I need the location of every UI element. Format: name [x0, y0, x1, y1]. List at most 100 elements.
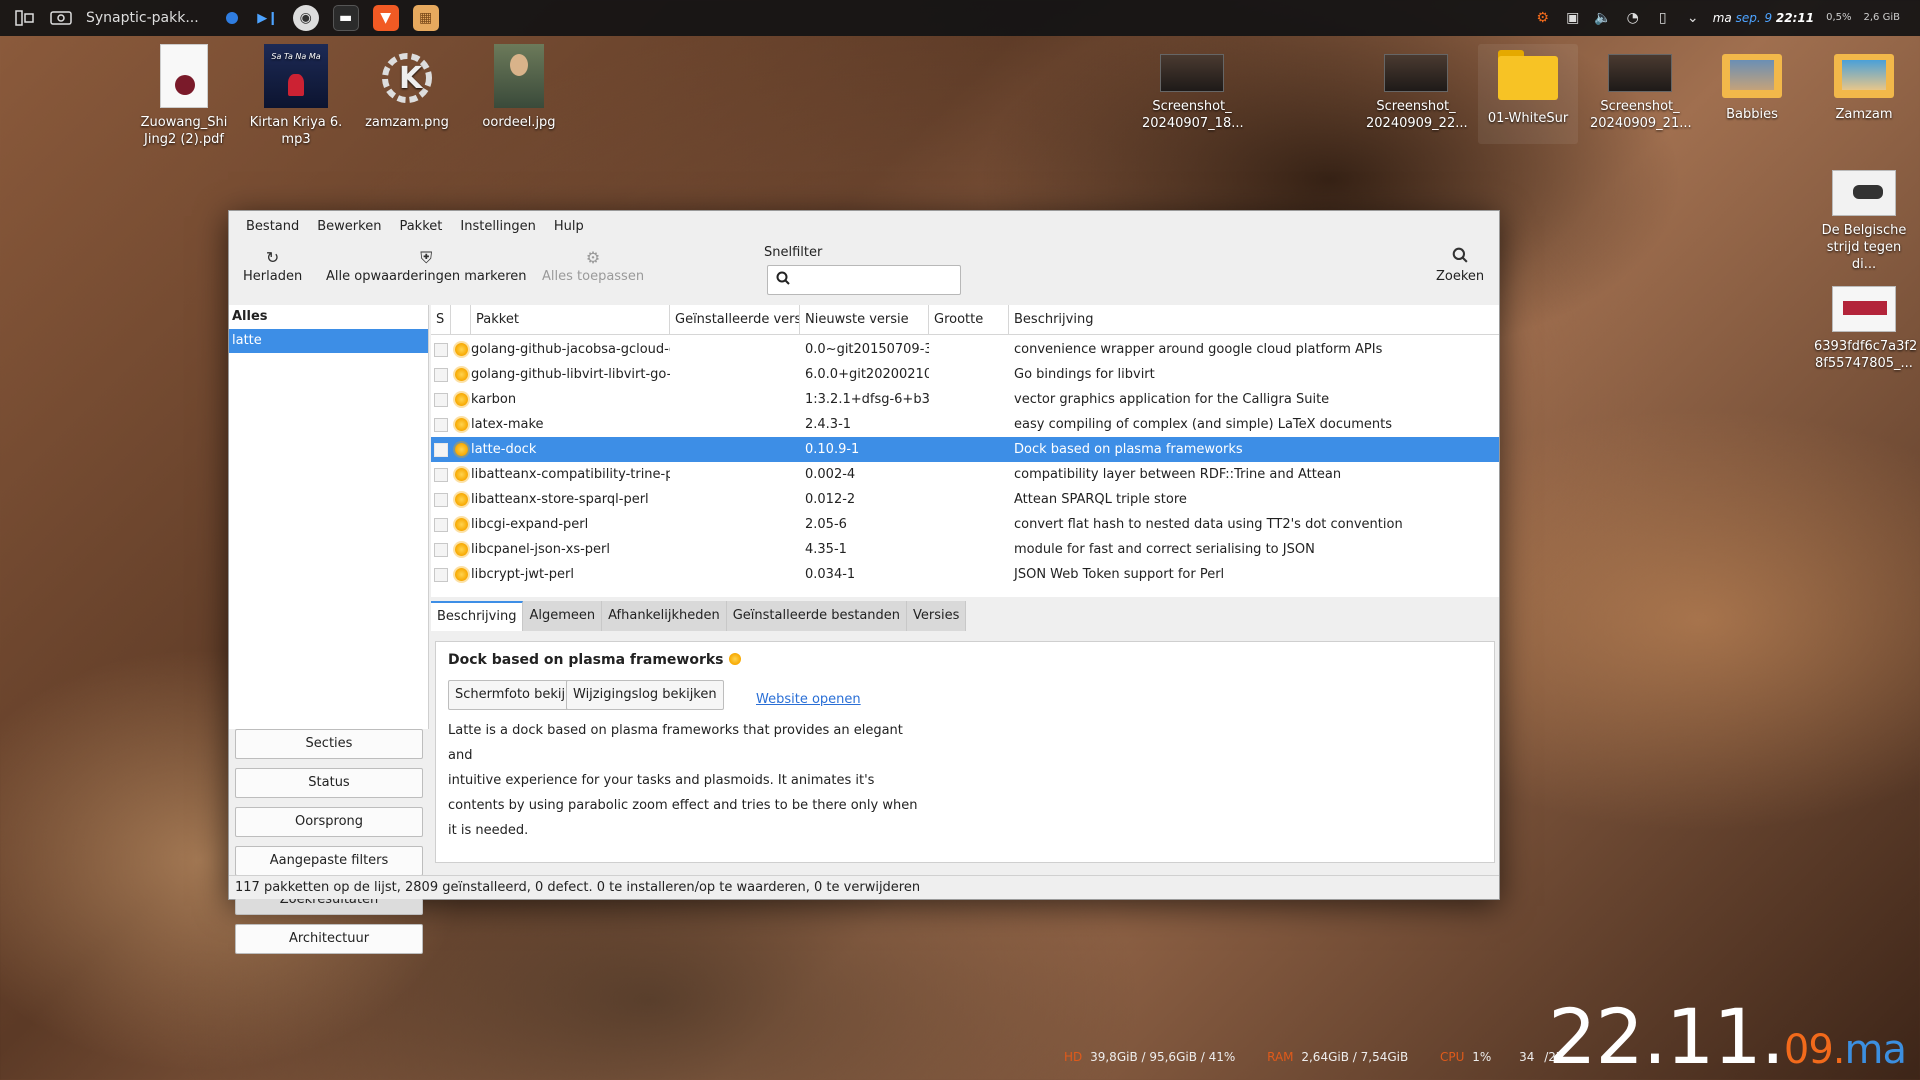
menu-bewerken[interactable]: Bewerken [308, 219, 390, 234]
table-row[interactable]: libatteanx-compatibility-trine-pe 0.002-4… [431, 462, 1499, 487]
screenshot-icon[interactable] [50, 7, 72, 29]
volume-icon[interactable]: 🔈 [1593, 8, 1613, 28]
supported-star-icon [454, 568, 468, 581]
shield-icon: ⛨ [420, 248, 433, 267]
desktop-icon-screenshot-1[interactable]: Screenshot_ 20240907_18... [1142, 54, 1244, 132]
col-package[interactable]: Pakket [471, 305, 670, 335]
desktop-icon-pdf[interactable]: Zuowang_Shi Jing2 (2).pdf [134, 44, 234, 148]
menu-hulp[interactable]: Hulp [545, 219, 593, 234]
origin-button[interactable]: Oorsprong [235, 807, 423, 837]
desktop-icon-folder-zamzam[interactable]: Zamzam [1814, 48, 1914, 123]
desktop-icon-jpg[interactable]: oordeel.jpg [469, 44, 569, 131]
terminal-app-icon[interactable]: ▬ [332, 5, 359, 31]
memory-monitor-mini[interactable]: 2,6 GiB [1864, 12, 1900, 24]
mark-checkbox[interactable] [434, 492, 448, 507]
table-row[interactable]: golang-github-libvirt-libvirt-go-d 6.0.0+… [431, 362, 1499, 387]
desktop-icon-screenshot-2[interactable]: Screenshot_ 20240909_22... [1366, 54, 1468, 132]
table-row[interactable]: golang-github-jacobsa-gcloud-de 0.0~git20… [431, 337, 1499, 362]
pdf-thumb-icon [160, 44, 208, 108]
table-row[interactable]: libcrypt-jwt-perl 0.034-1 JSON Web Token s… [431, 562, 1499, 587]
table-row[interactable]: libcgi-expand-perl 2.05-6 convert flat has… [431, 512, 1499, 537]
custom-filters-button[interactable]: Aangepaste filters [235, 846, 423, 876]
battery-icon[interactable]: ▯ [1653, 8, 1673, 28]
filter-list-item-selected[interactable]: latte [229, 329, 428, 353]
mark-checkbox[interactable] [434, 542, 448, 557]
sections-button[interactable]: Secties [235, 729, 423, 759]
supported-star-icon [454, 368, 468, 381]
menu-bestand[interactable]: Bestand [237, 219, 308, 234]
package-description: JSON Web Token support for Perl [1014, 567, 1225, 582]
filter-list-header[interactable]: Alles [229, 305, 428, 329]
tab-description[interactable]: Beschrijving [431, 601, 524, 631]
desktop-icon-document-2[interactable]: 6393fdf6c7a3f2 8f55747805_... [1814, 286, 1917, 372]
package-description: vector graphics application for the Call… [1014, 392, 1330, 407]
menu-pakket[interactable]: Pakket [390, 219, 451, 234]
status-button[interactable]: Status [235, 768, 423, 798]
desktop-icon-document-1[interactable]: De Belgische strijd tegen di... [1814, 170, 1914, 273]
record-dot-icon[interactable] [221, 7, 243, 29]
mark-checkbox[interactable] [434, 417, 448, 432]
mark-checkbox[interactable] [434, 367, 448, 382]
panel-clock[interactable]: ma sep. 9 22:11 [1713, 11, 1814, 25]
mark-checkbox[interactable] [434, 517, 448, 532]
table-row[interactable]: latex-make 2.4.3-1 easy compiling of compl… [431, 412, 1499, 437]
reload-button[interactable]: ↻ Herladen [243, 247, 302, 284]
mark-checkbox[interactable] [434, 567, 448, 582]
network-icon[interactable]: ◔ [1623, 8, 1643, 28]
col-status[interactable]: S [431, 305, 451, 335]
package-rows: golang-github-jacobsa-gcloud-de 0.0~git20… [431, 335, 1499, 587]
view-changelog-button[interactable]: Wijzigingslog bekijken [566, 680, 724, 710]
col-support[interactable] [451, 305, 471, 335]
mark-checkbox[interactable] [434, 392, 448, 407]
svg-text:K: K [399, 61, 424, 96]
desktop-icon-screenshot-3[interactable]: Screenshot_ 20240909_21... [1590, 54, 1692, 132]
mark-checkbox[interactable] [434, 442, 448, 457]
update-notifier-icon[interactable]: ⚙ [1533, 8, 1553, 28]
apply-all-button[interactable]: ⚙ Alles toepassen [542, 247, 644, 284]
menu-instellingen[interactable]: Instellingen [451, 219, 545, 234]
package-name: libcgi-expand-perl [471, 517, 589, 532]
mark-checkbox[interactable] [434, 467, 448, 482]
package-list: S Pakket Geïnstalleerde versi Nieuwste v… [431, 305, 1499, 597]
photo-folder-icon [1720, 48, 1784, 100]
desktop-icon-png[interactable]: K zamzam.png [357, 44, 457, 131]
tab-installed-files[interactable]: Geïnstalleerde bestanden [726, 601, 908, 631]
desktop-icon-folder-babbies[interactable]: Babbies [1702, 48, 1802, 123]
brave-browser-icon[interactable]: ▼ [372, 5, 399, 31]
obs-app-icon[interactable]: ◉ [292, 5, 319, 31]
table-row[interactable]: libatteanx-store-sparql-perl 0.012-2 Attea… [431, 487, 1499, 512]
col-description[interactable]: Beschrijving [1009, 305, 1499, 335]
tab-general[interactable]: Algemeen [523, 601, 603, 631]
latest-version: 0.002-4 [805, 467, 856, 482]
status-bar: 117 pakketten op de lijst, 2809 geïnstal… [229, 875, 1499, 899]
package-manager-icon[interactable]: ▦ [412, 5, 439, 31]
tab-dependencies[interactable]: Afhankelijkheden [602, 601, 727, 631]
search-icon [776, 271, 790, 289]
system-monitor-mini[interactable]: 0,5% [1826, 12, 1851, 24]
play-pause-icon[interactable]: ▶❙ [257, 7, 279, 29]
supported-star-icon [454, 443, 468, 456]
package-description: Dock based on plasma frameworks [1014, 442, 1243, 457]
desktop-icon-mp3[interactable]: Sa Ta Na Ma Kirtan Kriya 6. mp3 [246, 44, 346, 148]
col-size[interactable]: Grootte [929, 305, 1009, 335]
table-row[interactable]: karbon 1:3.2.1+dfsg-6+b3 vector graphics a… [431, 387, 1499, 412]
supported-star-icon [728, 653, 741, 665]
package-description: convenience wrapper around google cloud … [1014, 342, 1383, 357]
table-row[interactable]: latte-dock 0.10.9-1 Dock based on plasma f… [431, 437, 1499, 462]
tab-versions[interactable]: Versies [907, 601, 967, 631]
architecture-button[interactable]: Architectuur [235, 924, 423, 954]
search-button[interactable]: Zoeken [1436, 247, 1484, 284]
table-row[interactable]: libcpanel-json-xs-perl 4.35-1 module for f… [431, 537, 1499, 562]
chevron-down-icon[interactable]: ⌄ [1683, 8, 1703, 28]
latest-version: 2.05-6 [805, 517, 847, 532]
quickfilter-input[interactable] [767, 265, 961, 295]
col-installed-version[interactable]: Geïnstalleerde versi [670, 305, 800, 335]
mark-checkbox[interactable] [434, 342, 448, 357]
desktop-icon-folder-whitesur[interactable]: 01-WhiteSur [1478, 44, 1578, 144]
clipboard-icon[interactable]: ▣ [1563, 8, 1583, 28]
mark-upgrades-button[interactable]: ⛨ Alle opwaarderingen markeren [326, 247, 527, 284]
active-task-label[interactable]: Synaptic-pakk... [86, 10, 199, 26]
col-latest-version[interactable]: Nieuwste versie [800, 305, 929, 335]
open-website-link[interactable]: Website openen [756, 692, 861, 707]
window-switcher-icon[interactable] [14, 7, 36, 29]
